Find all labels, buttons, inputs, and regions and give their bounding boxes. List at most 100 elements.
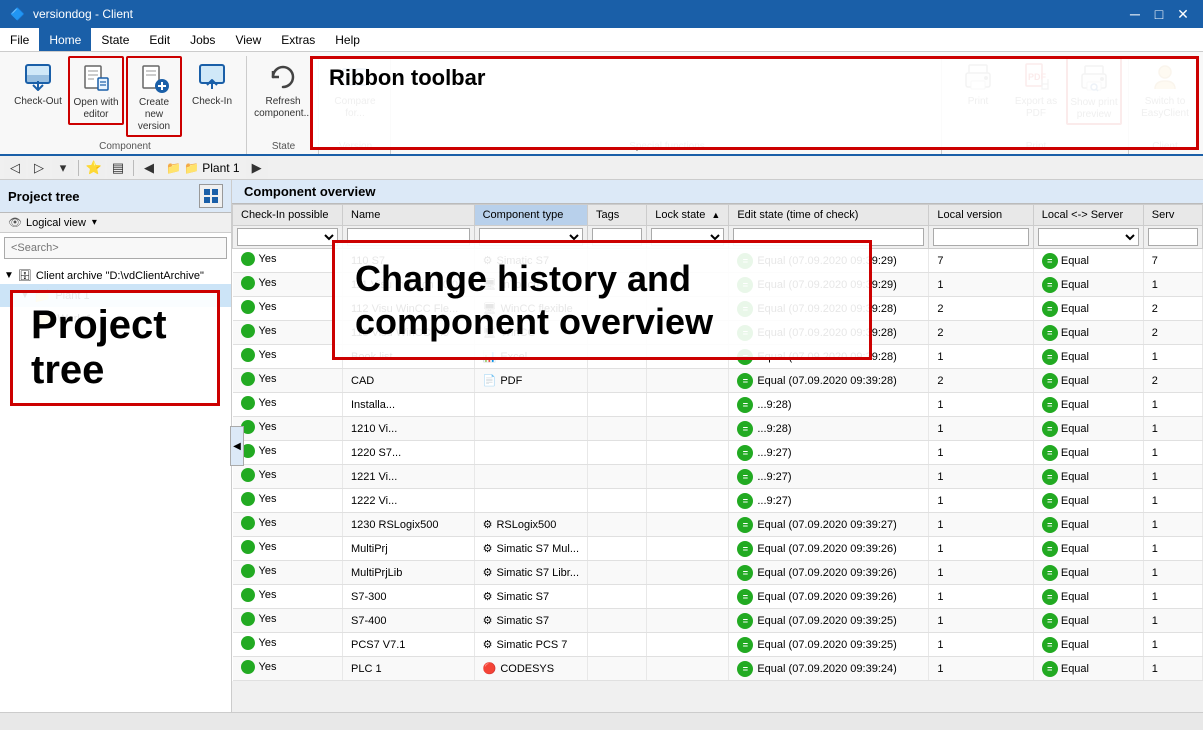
menu-home[interactable]: Home xyxy=(39,28,91,51)
filter-name[interactable] xyxy=(343,226,475,249)
th-lock-state[interactable]: Lock state ▲ xyxy=(647,205,729,226)
menu-extras[interactable]: Extras xyxy=(271,28,325,51)
td-ls: = Equal xyxy=(1033,657,1143,681)
filter-name-input[interactable] xyxy=(347,228,470,246)
th-name[interactable]: Name xyxy=(343,205,475,226)
checkin-value: Yes xyxy=(259,613,277,625)
filter-type[interactable] xyxy=(474,226,587,249)
checkin-value: Yes xyxy=(259,445,277,457)
th-edit-state[interactable]: Edit state (time of check) xyxy=(729,205,929,226)
menu-state[interactable]: State xyxy=(91,28,139,51)
td-lock xyxy=(647,513,729,537)
td-name: PCS7 V7.1 xyxy=(343,633,475,657)
menu-jobs[interactable]: Jobs xyxy=(180,28,225,51)
show-print-preview-button[interactable]: Show print preview xyxy=(1066,56,1122,125)
ls-equal-icon: = xyxy=(1042,613,1058,629)
table-container: Check-In possible Name Component type Ta… xyxy=(232,204,1203,712)
filter-edit[interactable] xyxy=(729,226,929,249)
th-tags[interactable]: Tags xyxy=(588,205,647,226)
filter-checkin[interactable] xyxy=(233,226,343,249)
qa-dropdown-button[interactable]: ▾ xyxy=(52,157,74,179)
filter-lock-select[interactable] xyxy=(651,228,724,246)
edit-status: = Equal (07.09.2020 09:39:29) xyxy=(737,253,896,269)
th-component-type[interactable]: Component type xyxy=(474,205,587,226)
close-button[interactable]: ✕ xyxy=(1173,4,1193,24)
checkin-value: Yes xyxy=(259,325,277,337)
filter-tags[interactable] xyxy=(588,226,647,249)
switch-client-button[interactable]: Switch to EasyClient xyxy=(1137,56,1193,123)
menu-view[interactable]: View xyxy=(225,28,271,51)
green-circle-icon xyxy=(241,492,255,506)
print-button[interactable]: Print xyxy=(950,56,1006,118)
edit-status: = Equal (07.09.2020 09:39:25) xyxy=(737,637,896,653)
qa-list-button[interactable]: ▤ xyxy=(107,157,129,179)
print-label: Print xyxy=(968,96,989,108)
menu-help[interactable]: Help xyxy=(325,28,370,51)
filter-local-ver[interactable] xyxy=(929,226,1033,249)
tree-item-werk1[interactable]: 📁 Werk 1 xyxy=(0,307,231,330)
edit-status: = Equal (07.09.2020 09:39:26) xyxy=(737,589,896,605)
table-row: Yes MultiPrj ⚙Simatic S7 Mul... = Equal … xyxy=(233,537,1203,561)
qa-back-button[interactable]: ◁ xyxy=(4,157,26,179)
th-serv[interactable]: Serv xyxy=(1143,205,1202,226)
tree-root[interactable]: ▼ 🗄 Client archive "D:\vdClientArchive" xyxy=(0,267,231,284)
sidebar-icon-grid[interactable] xyxy=(199,184,223,208)
filter-lock[interactable] xyxy=(647,226,729,249)
maximize-button[interactable]: □ xyxy=(1149,4,1169,24)
qa-forward-button[interactable]: ▷ xyxy=(28,157,50,179)
search-input[interactable] xyxy=(4,237,227,259)
qa-star-button[interactable]: ⭐ xyxy=(83,157,105,179)
equal-icon: = xyxy=(737,301,753,317)
filter-type-select[interactable] xyxy=(479,228,583,246)
create-version-button[interactable]: Create new version xyxy=(126,56,182,137)
switch-client-label: Switch to EasyClient xyxy=(1140,96,1190,120)
compare-button[interactable]: Compare for... xyxy=(327,56,383,123)
view-dropdown-icon[interactable]: ▾ xyxy=(92,217,97,228)
td-name: 1222 Vi... xyxy=(343,489,475,513)
td-local-ver: 1 xyxy=(929,537,1033,561)
ribbon-group-component-label: Component xyxy=(10,139,240,154)
th-local-server[interactable]: Local <-> Server xyxy=(1033,205,1143,226)
filter-serv-input[interactable] xyxy=(1148,228,1198,246)
th-local-version[interactable]: Local version xyxy=(929,205,1033,226)
td-checkin: Yes xyxy=(233,513,343,537)
td-local-ver: 1 xyxy=(929,609,1033,633)
export-pdf-button[interactable]: PDF Export as PDF xyxy=(1008,56,1064,123)
tree-item-plant1[interactable]: ▼ 📁 Plant 1 xyxy=(0,284,231,307)
minimize-button[interactable]: ─ xyxy=(1125,4,1145,24)
ribbon-group-special-buttons xyxy=(399,56,935,137)
edit-status: = Equal (07.09.2020 09:39:24) xyxy=(737,661,896,677)
table-row: Yes 111 Visu InTouch 10.0 🖥InTouch = Equ… xyxy=(233,273,1203,297)
td-lock xyxy=(647,249,729,273)
filter-checkin-select[interactable] xyxy=(237,228,338,246)
td-type: ⚙Simatic S7 xyxy=(474,585,587,609)
qa-next-button[interactable]: ▶ xyxy=(246,157,268,179)
td-lock xyxy=(647,393,729,417)
equal-icon: = xyxy=(737,325,753,341)
tree-expand-plant1-icon: ▼ xyxy=(20,290,30,301)
td-lock xyxy=(647,633,729,657)
filter-tags-input[interactable] xyxy=(592,228,642,246)
td-ls: = Equal xyxy=(1033,273,1143,297)
checkin-button[interactable]: Check-In xyxy=(184,56,240,118)
open-editor-button[interactable]: Open with editor xyxy=(68,56,124,125)
refresh-button[interactable]: Refresh component... xyxy=(255,56,311,123)
menu-edit[interactable]: Edit xyxy=(139,28,180,51)
ls-equal-icon: = xyxy=(1042,565,1058,581)
filter-serv[interactable] xyxy=(1143,226,1202,249)
menu-file[interactable]: File xyxy=(0,28,39,51)
filter-ls-select[interactable] xyxy=(1038,228,1139,246)
table-row: Yes 1230 RSLogix500 ⚙RSLogix500 = Equal … xyxy=(233,513,1203,537)
sidebar-collapse-button[interactable]: ◀ xyxy=(230,426,244,466)
td-lock xyxy=(647,321,729,345)
filter-local-ver-input[interactable] xyxy=(933,228,1028,246)
td-name: 111 Visu InTouch 10.0 xyxy=(343,273,475,297)
checkout-button[interactable]: Check-Out xyxy=(10,56,66,118)
export-pdf-icon: PDF xyxy=(1020,61,1052,93)
filter-ls[interactable] xyxy=(1033,226,1143,249)
qa-prev-button[interactable]: ◀ xyxy=(138,157,160,179)
th-checkin[interactable]: Check-In possible xyxy=(233,205,343,226)
filter-edit-input[interactable] xyxy=(733,228,924,246)
checkin-status: Yes xyxy=(241,564,277,578)
ribbon-group-print-label: Print xyxy=(950,139,1122,154)
